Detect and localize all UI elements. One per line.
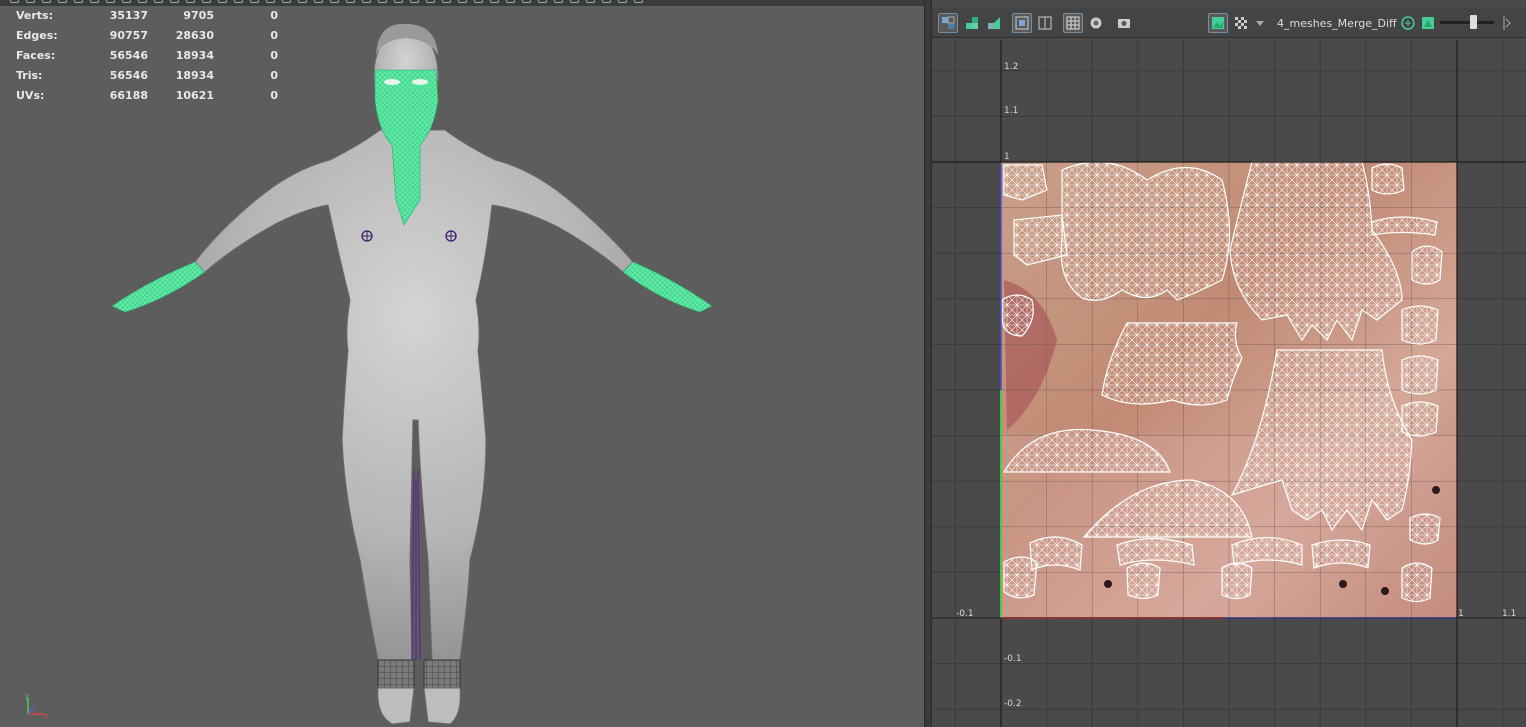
hud-label: Verts: <box>16 9 54 22</box>
panel-divider[interactable] <box>924 0 932 727</box>
hud-row-tris: Tris: 56546 18934 0 <box>16 68 278 88</box>
texture-icon[interactable] <box>1208 13 1228 33</box>
uv-axis-label: 1 <box>1004 152 1010 162</box>
uv-axis-label: 1.1 <box>1004 106 1019 116</box>
uv-tool-icon[interactable] <box>984 13 1004 33</box>
axis-x-label: x <box>44 712 48 720</box>
hud-label: Faces: <box>16 49 56 62</box>
shaded-icon[interactable] <box>1086 13 1106 33</box>
hud-value: 18934 <box>175 69 214 82</box>
hud-value: 56546 <box>109 69 148 82</box>
uv-axis-label: -0.1 <box>1004 654 1022 664</box>
hud-row-edges: Edges: 90757 28630 0 <box>16 28 278 48</box>
uv-axis-label: 1.1 <box>1502 609 1517 619</box>
uv-axis-label: -0.1 <box>956 609 974 619</box>
hud-row-faces: Faces: 56546 18934 0 <box>16 48 278 68</box>
hud-label: UVs: <box>16 89 45 102</box>
axis-y-label: y <box>25 692 29 700</box>
hud-value: 18934 <box>175 49 214 62</box>
hud-value: 90757 <box>109 29 148 42</box>
exposure-icon[interactable] <box>1398 13 1418 33</box>
axis-gizmo-icon: y x <box>25 692 48 720</box>
isolate-icon[interactable] <box>1012 13 1032 33</box>
hud-label: Tris: <box>16 69 43 82</box>
uv-editor-panel[interactable]: 4_meshes_Merge_Diff 1.2 1.1 1 -0.1 1 1.1… <box>932 0 1526 727</box>
uv-editor-toolbar: 4_meshes_Merge_Diff <box>932 8 1526 38</box>
uv-axis-label: 1.2 <box>1004 62 1019 72</box>
perspective-viewport[interactable]: Verts: 35137 9705 0 Edges: 90757 28630 0… <box>0 0 924 727</box>
uv-grid-canvas[interactable] <box>932 40 1526 727</box>
gamma-slider-handle[interactable] <box>1470 15 1477 29</box>
poly-count-hud: Verts: 35137 9705 0 Edges: 90757 28630 0… <box>16 8 278 108</box>
grid-icon[interactable] <box>1063 13 1083 33</box>
hud-row-uvs: UVs: 66188 10621 0 <box>16 88 278 108</box>
hud-value: 66188 <box>109 89 148 102</box>
dropdown-icon[interactable] <box>1254 13 1266 33</box>
gamma-slider-track[interactable] <box>1440 21 1494 24</box>
uv-axis-label: -0.2 <box>1004 699 1022 709</box>
hud-value: 9705 <box>183 9 214 22</box>
hud-value: 0 <box>270 89 278 102</box>
uv-select-icon[interactable] <box>938 13 958 33</box>
hud-value: 28630 <box>175 29 214 42</box>
hud-value: 10621 <box>175 89 214 102</box>
character-model[interactable] <box>0 0 924 727</box>
hud-value: 0 <box>270 29 278 42</box>
uv-shell-icon[interactable] <box>962 13 982 33</box>
hud-value: 35137 <box>109 9 148 22</box>
checker-icon[interactable] <box>1231 13 1251 33</box>
gamma-icon[interactable] <box>1500 13 1514 33</box>
hud-value: 56546 <box>109 49 148 62</box>
maya-window: Verts: 35137 9705 0 Edges: 90757 28630 0… <box>0 0 1526 727</box>
display-icon[interactable] <box>1035 13 1055 33</box>
color-icon[interactable] <box>1418 13 1438 33</box>
hud-label: Edges: <box>16 29 58 42</box>
snapshot-icon[interactable] <box>1114 13 1134 33</box>
hud-value: 0 <box>270 49 278 62</box>
hud-row-verts: Verts: 35137 9705 0 <box>16 8 278 28</box>
texture-name-label[interactable]: 4_meshes_Merge_Diff <box>1277 17 1397 30</box>
hud-value: 0 <box>270 9 278 22</box>
hud-value: 0 <box>270 69 278 82</box>
uv-axis-label: 1 <box>1458 609 1464 619</box>
